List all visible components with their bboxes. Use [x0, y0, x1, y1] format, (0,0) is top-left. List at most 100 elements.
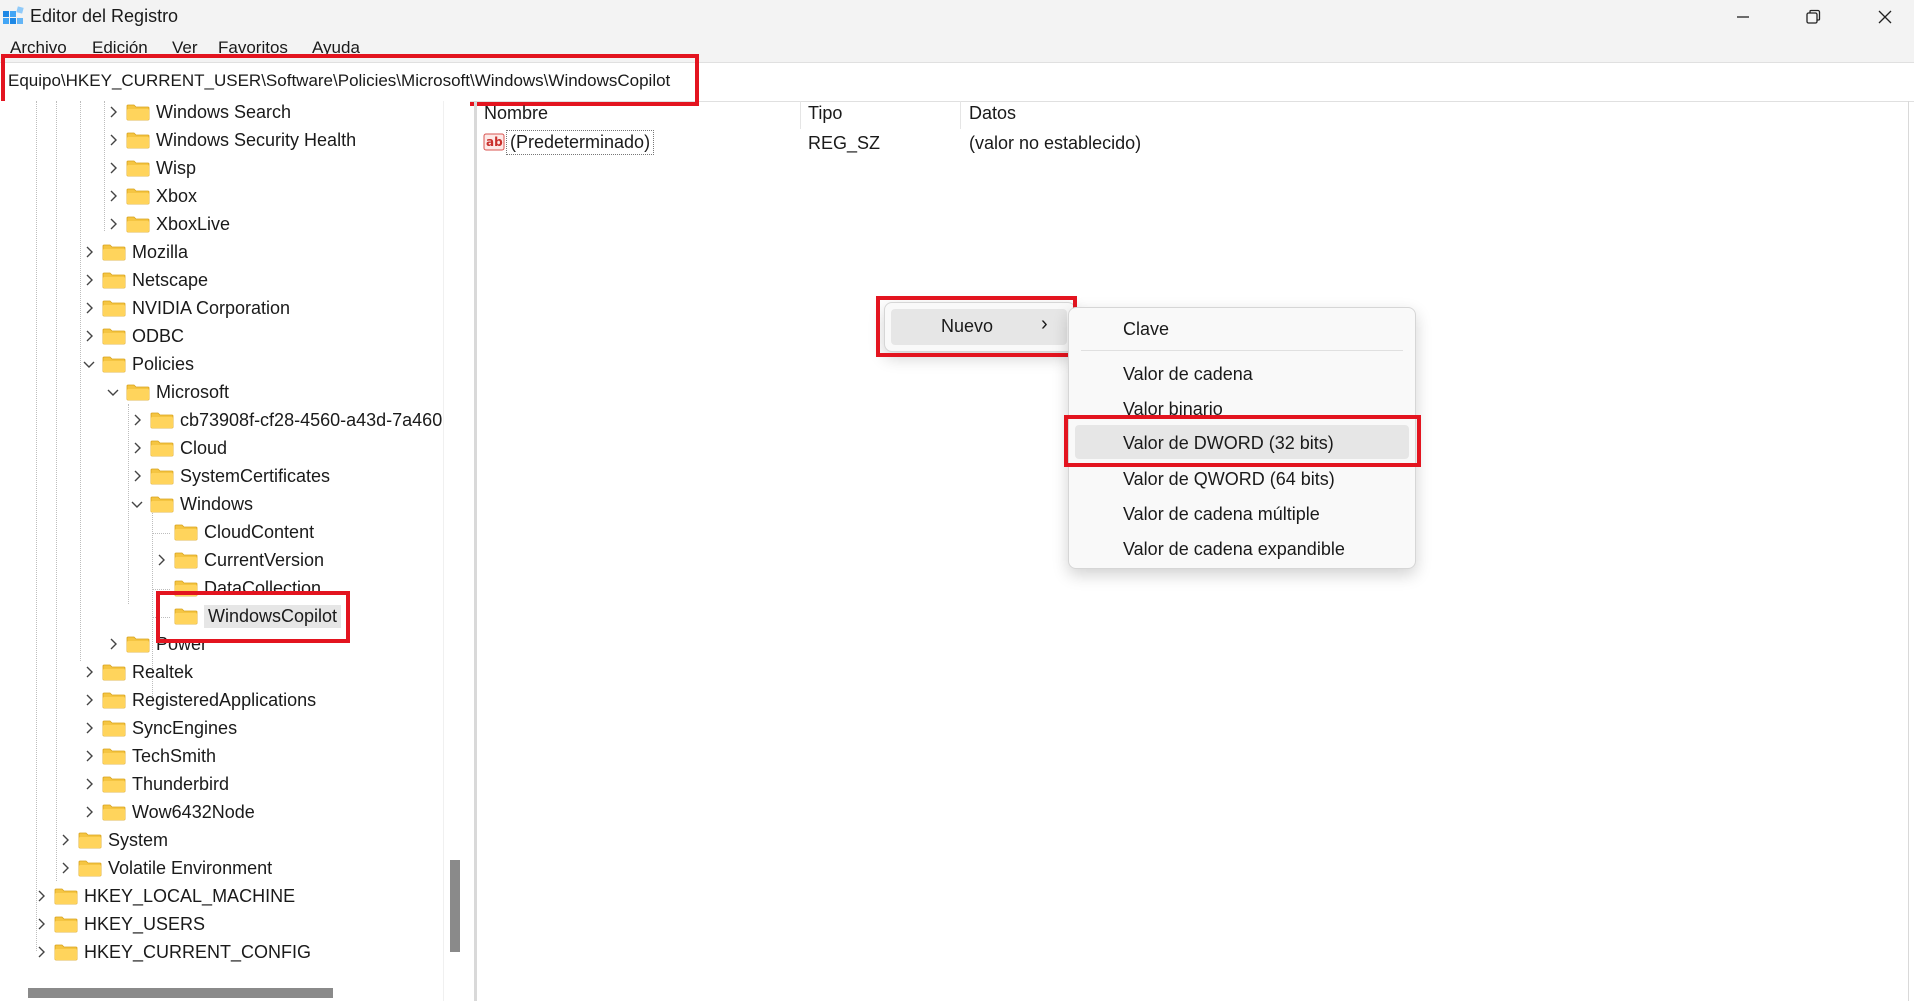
tree-item[interactable]: Cloud: [130, 434, 227, 462]
menu-edicion[interactable]: Edición: [92, 38, 148, 58]
restore-button[interactable]: [1784, 0, 1842, 34]
column-header-type[interactable]: Tipo: [808, 103, 842, 124]
tree-item[interactable]: CloudContent: [154, 518, 314, 546]
tree-item[interactable]: cb73908f-cf28-4560-a43d-7a460: [130, 406, 442, 434]
tree-item[interactable]: Wisp: [106, 154, 196, 182]
chevron-down-icon[interactable]: [82, 357, 96, 371]
chevron-right-icon[interactable]: [82, 273, 96, 287]
submenu-item-cadena-expandible[interactable]: Valor de cadena expandible: [1123, 539, 1345, 560]
tree-vertical-scrollbar[interactable]: [450, 860, 460, 952]
chevron-right-icon[interactable]: [82, 245, 96, 259]
menu-archivo[interactable]: Archivo: [10, 38, 67, 58]
chevron-right-icon[interactable]: [106, 161, 120, 175]
tree-item[interactable]: Windows Search: [106, 101, 291, 126]
tree-item[interactable]: SyncEngines: [82, 714, 237, 742]
submenu-item-valor-binario[interactable]: Valor binario: [1123, 399, 1223, 420]
folder-icon: [174, 580, 198, 597]
chevron-right-icon[interactable]: [130, 469, 144, 483]
submenu-item-cadena-multiple[interactable]: Valor de cadena múltiple: [1123, 504, 1320, 525]
tree-item[interactable]: Mozilla: [82, 238, 188, 266]
chevron-right-icon[interactable]: [154, 553, 168, 567]
submenu-item-clave[interactable]: Clave: [1123, 319, 1169, 340]
tree-item[interactable]: HKEY_USERS: [34, 910, 205, 938]
tree-horizontal-scrollbar[interactable]: [28, 988, 333, 998]
minimize-button[interactable]: [1714, 0, 1772, 34]
tree-item[interactable]: RegisteredApplications: [82, 686, 316, 714]
chevron-right-icon[interactable]: [106, 189, 120, 203]
pane-right-edge: [1908, 101, 1909, 1001]
menu-favoritos[interactable]: Favoritos: [218, 38, 288, 58]
chevron-right-icon[interactable]: [34, 945, 48, 959]
address-bar[interactable]: Equipo\HKEY_CURRENT_USER\Software\Polici…: [0, 62, 1914, 102]
chevron-right-icon[interactable]: [130, 413, 144, 427]
chevron-right-icon[interactable]: [106, 105, 120, 119]
key-tree[interactable]: Windows Search Windows Security Health Wis…: [0, 101, 470, 1001]
submenu-item-qword[interactable]: Valor de QWORD (64 bits): [1123, 469, 1335, 490]
chevron-right-icon[interactable]: [82, 301, 96, 315]
tree-item[interactable]: Thunderbird: [82, 770, 229, 798]
tree-item[interactable]: DataCollection: [154, 574, 321, 602]
tree-item[interactable]: CurrentVersion: [154, 546, 324, 574]
tree-item[interactable]: Realtek: [82, 658, 193, 686]
column-divider[interactable]: [960, 101, 961, 129]
tree-item[interactable]: System: [58, 826, 168, 854]
column-header-data[interactable]: Datos: [969, 103, 1016, 124]
chevron-right-icon[interactable]: [130, 441, 144, 455]
chevron-right-icon[interactable]: [82, 665, 96, 679]
folder-icon: [150, 440, 174, 457]
chevron-right-icon[interactable]: [82, 777, 96, 791]
column-header-name[interactable]: Nombre: [484, 103, 548, 124]
chevron-right-icon[interactable]: [82, 721, 96, 735]
tree-item[interactable]: SystemCertificates: [130, 462, 330, 490]
folder-icon: [126, 384, 150, 401]
chevron-right-icon[interactable]: [82, 693, 96, 707]
chevron-right-icon[interactable]: [82, 805, 96, 819]
menu-separator: [1081, 350, 1403, 351]
chevron-down-icon[interactable]: [106, 385, 120, 399]
folder-icon: [102, 804, 126, 821]
close-button[interactable]: [1856, 0, 1914, 34]
tree-item[interactable]: Power: [106, 630, 207, 658]
chevron-right-icon[interactable]: [34, 917, 48, 931]
chevron-right-icon[interactable]: [106, 133, 120, 147]
tree-item[interactable]: Netscape: [82, 266, 208, 294]
tree-item[interactable]: HKEY_LOCAL_MACHINE: [34, 882, 295, 910]
tree-item[interactable]: TechSmith: [82, 742, 216, 770]
tree-item[interactable]: Policies: [82, 350, 194, 378]
chevron-right-icon[interactable]: [34, 889, 48, 903]
tree-item[interactable]: WindowsCopilot: [154, 602, 342, 630]
tree-item[interactable]: NVIDIA Corporation: [82, 294, 290, 322]
column-divider[interactable]: [800, 101, 801, 129]
menu-ayuda[interactable]: Ayuda: [312, 38, 360, 58]
chevron-right-icon[interactable]: [82, 329, 96, 343]
tree-item-label: HKEY_USERS: [84, 913, 206, 934]
tree-item[interactable]: XboxLive: [106, 210, 230, 238]
tree-item-label: Thunderbird: [132, 773, 230, 794]
tree-item[interactable]: Volatile Environment: [58, 854, 272, 882]
pane-splitter[interactable]: [474, 101, 477, 1001]
chevron-right-icon[interactable]: [58, 861, 72, 875]
address-path[interactable]: Equipo\HKEY_CURRENT_USER\Software\Polici…: [8, 71, 670, 91]
tree-item[interactable]: Windows Security Health: [106, 126, 356, 154]
tree-item[interactable]: Windows: [130, 490, 253, 518]
tree-item-label: TechSmith: [132, 745, 217, 766]
tree-item[interactable]: Wow6432Node: [82, 798, 255, 826]
value-name-cell[interactable]: (Predeterminado): [506, 130, 655, 155]
context-menu: Nuevo ›: [884, 302, 1076, 352]
tree-item[interactable]: HKEY_CURRENT_CONFIG: [34, 938, 311, 966]
submenu-item-dword[interactable]: Valor de DWORD (32 bits): [1075, 425, 1409, 459]
chevron-right-icon[interactable]: [58, 833, 72, 847]
chevron-right-icon[interactable]: [82, 749, 96, 763]
menu-item-nuevo[interactable]: Nuevo ›: [891, 309, 1067, 345]
folder-icon: [102, 300, 126, 317]
chevron-right-icon[interactable]: [106, 637, 120, 651]
tree-item-label: Windows Security Health: [156, 129, 357, 150]
chevron-right-icon[interactable]: [106, 217, 120, 231]
submenu-item-valor-cadena[interactable]: Valor de cadena: [1123, 364, 1253, 385]
menu-ver[interactable]: Ver: [172, 38, 198, 58]
tree-item[interactable]: Xbox: [106, 182, 197, 210]
chevron-down-icon[interactable]: [130, 497, 144, 511]
folder-icon: [126, 132, 150, 149]
tree-item[interactable]: ODBC: [82, 322, 184, 350]
tree-item[interactable]: Microsoft: [106, 378, 229, 406]
